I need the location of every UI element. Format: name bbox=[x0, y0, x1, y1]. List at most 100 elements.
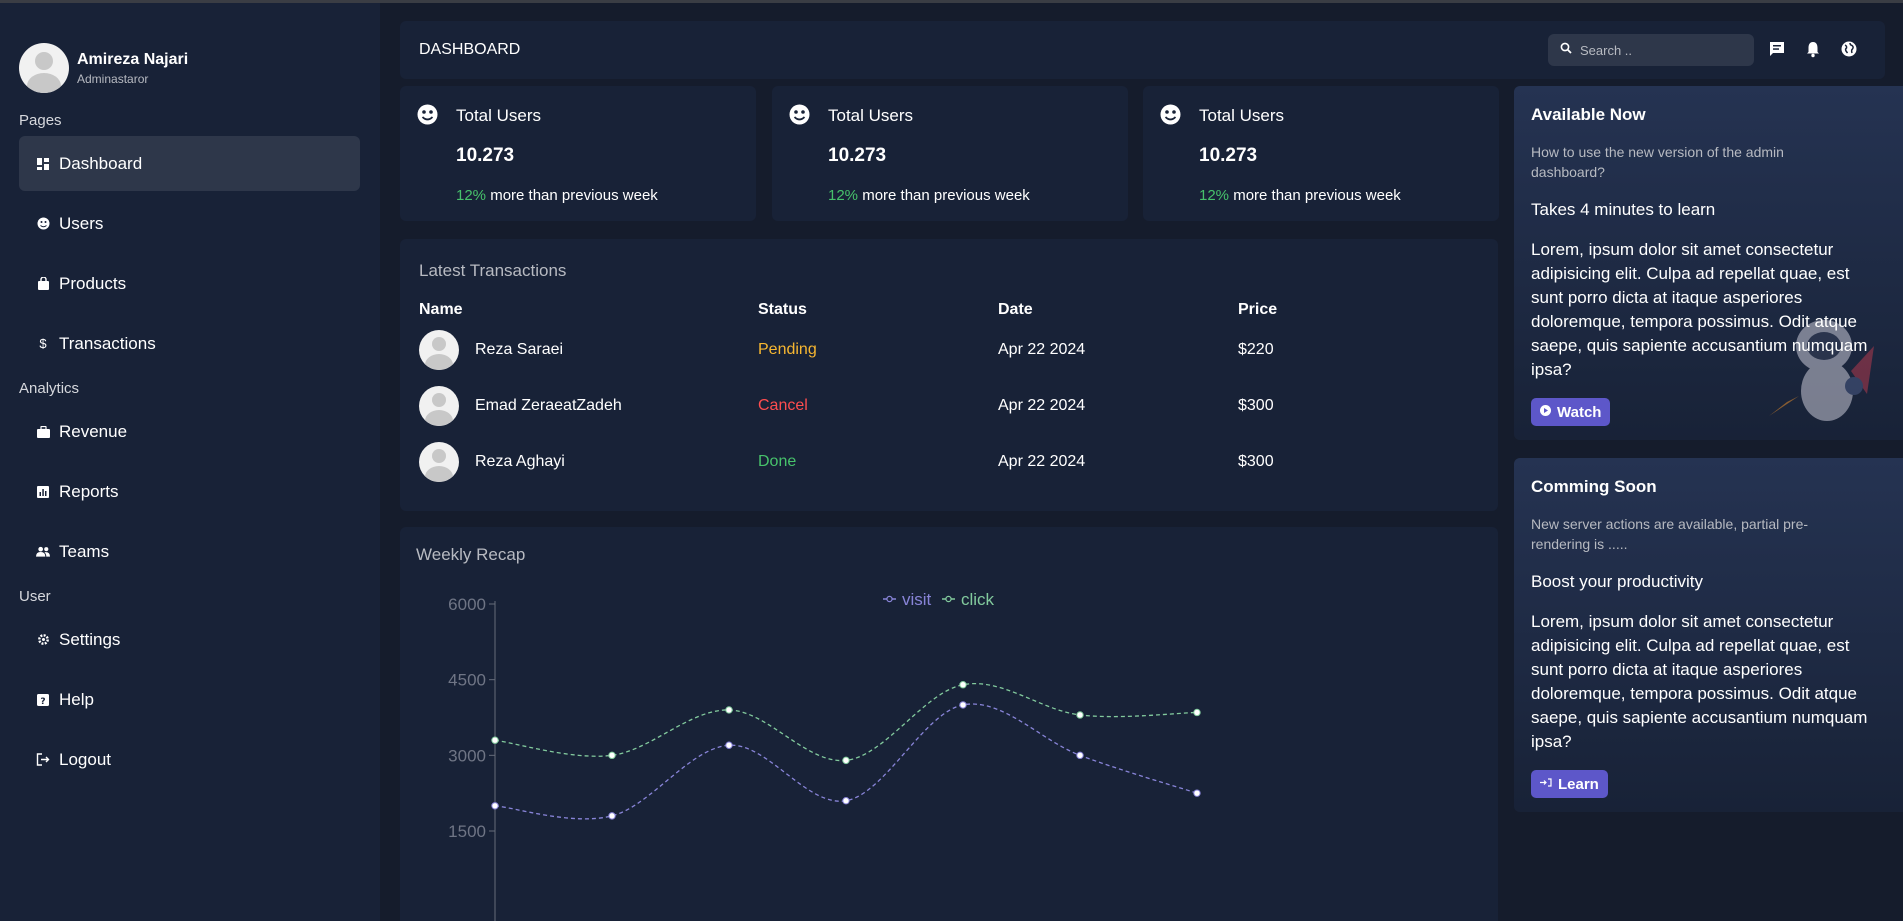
data-point-click bbox=[1076, 711, 1084, 719]
cell-name: Emad ZeraeatZadeh bbox=[475, 397, 622, 414]
y-tick-label: 3000 bbox=[448, 746, 486, 765]
sidebar-item-teams[interactable]: Teams bbox=[19, 524, 360, 579]
card-title: Total Users bbox=[828, 106, 914, 125]
column-header-name: Name bbox=[419, 301, 463, 318]
team-icon bbox=[36, 545, 50, 559]
svg-text:?: ? bbox=[40, 697, 45, 706]
data-point-visit bbox=[1076, 751, 1084, 760]
briefcase-icon bbox=[36, 425, 50, 439]
section-label-pages: Pages bbox=[19, 112, 62, 129]
cell-price: $300 bbox=[1238, 453, 1274, 470]
panel-body: Lorem, ipsum dolor sit amet consectetur … bbox=[1531, 612, 1868, 751]
chat-icon[interactable] bbox=[1768, 40, 1788, 60]
card-detail: 12% more than previous week bbox=[456, 187, 658, 204]
legend-marker-click bbox=[945, 595, 952, 603]
cell-date: Apr 22 2024 bbox=[998, 453, 1086, 470]
sidebar-item-label: Logout bbox=[59, 749, 111, 769]
weekly-recap-chart: Weekly Recap 1500 3000 4500 6000 visit click bbox=[400, 527, 1498, 921]
sidebar-item-settings[interactable]: Settings bbox=[19, 612, 360, 667]
stat-card: Total Users 10.273 12% more than previou… bbox=[1143, 86, 1499, 221]
card-value: 10.273 bbox=[1199, 145, 1258, 166]
avatar bbox=[19, 43, 69, 93]
table-row[interactable]: Reza Saraei Pending Apr 22 2024 $220 bbox=[400, 330, 1498, 374]
cell-price: $220 bbox=[1238, 341, 1274, 358]
sidebar-item-label: Help bbox=[59, 689, 94, 709]
data-point-visit bbox=[725, 741, 733, 749]
help-icon: ? bbox=[36, 693, 50, 707]
sidebar-item-users[interactable]: Users bbox=[19, 196, 360, 251]
sidebar-item-transactions[interactable]: $ Transactions bbox=[19, 316, 360, 371]
bell-icon[interactable] bbox=[1804, 40, 1824, 60]
cell-price: $300 bbox=[1238, 397, 1274, 414]
stat-card: Total Users 10.273 12% more than previou… bbox=[400, 86, 756, 221]
top-navbar: DASHBOARD bbox=[400, 21, 1885, 79]
y-tick-label: 4500 bbox=[448, 671, 486, 690]
legend-label-visit: visit bbox=[902, 590, 932, 609]
data-point-visit bbox=[608, 812, 616, 820]
user-role: Adminastaror bbox=[77, 71, 149, 86]
search-input[interactable] bbox=[1580, 42, 1740, 58]
sidebar-item-logout[interactable]: Logout bbox=[19, 732, 360, 787]
card-percentage: 12% bbox=[1199, 187, 1230, 204]
watch-button[interactable]: Watch bbox=[1531, 398, 1611, 426]
globe-icon[interactable] bbox=[1840, 40, 1860, 60]
panel-subtitle: New server actions are available, partia… bbox=[1531, 516, 1809, 552]
panel-title: Available Now bbox=[1531, 105, 1646, 124]
sidebar-item-label: Transactions bbox=[59, 333, 156, 353]
avatar bbox=[419, 386, 459, 426]
column-header-price: Price bbox=[1238, 301, 1278, 318]
series-line-click bbox=[494, 682, 1198, 762]
page-title: DASHBOARD bbox=[419, 41, 521, 58]
data-point-visit bbox=[491, 802, 499, 810]
learn-button[interactable]: Learn bbox=[1531, 770, 1608, 798]
data-point-click bbox=[725, 706, 733, 714]
sidebar-item-label: Settings bbox=[59, 629, 121, 649]
y-tick-label: 6000 bbox=[448, 595, 486, 614]
login-arrow-icon bbox=[1540, 778, 1552, 790]
section-title: Latest Transactions bbox=[419, 261, 567, 280]
table-row[interactable]: Reza Aghayi Done Apr 22 2024 $300 bbox=[400, 442, 1498, 486]
data-point-click bbox=[842, 756, 850, 765]
sidebar-item-label: Revenue bbox=[59, 421, 128, 441]
data-point-click bbox=[1193, 708, 1201, 717]
panel-heading: Takes 4 minutes to learn bbox=[1531, 200, 1716, 219]
column-header-status: Status bbox=[758, 301, 807, 318]
user-profile[interactable]: Amireza Najari Adminastaror bbox=[19, 43, 188, 93]
data-point-click bbox=[608, 751, 616, 760]
sidebar: Amireza Najari Adminastaror Pages Dashbo… bbox=[0, 3, 380, 921]
legend-label-click: click bbox=[961, 590, 995, 609]
sidebar-item-label: Users bbox=[59, 213, 104, 233]
card-detail: 12% more than previous week bbox=[828, 187, 1030, 204]
panel-heading: Boost your productivity bbox=[1531, 572, 1703, 591]
avatar bbox=[419, 442, 459, 482]
status-badge: Pending bbox=[758, 341, 817, 358]
status-badge: Cancel bbox=[758, 397, 808, 414]
sidebar-item-label: Reports bbox=[59, 481, 119, 501]
card-detail: 12% more than previous week bbox=[1199, 187, 1401, 204]
table-row[interactable]: Emad ZeraeatZadeh Cancel Apr 22 2024 $30… bbox=[400, 386, 1498, 430]
sidebar-item-products[interactable]: Products bbox=[19, 256, 360, 311]
chart-icon bbox=[36, 485, 50, 499]
panel-subtitle: How to use the new version of the admin … bbox=[1531, 144, 1784, 180]
dollar-icon: $ bbox=[39, 336, 47, 351]
data-point-visit bbox=[1193, 789, 1201, 797]
search-box[interactable] bbox=[1548, 34, 1754, 66]
card-percentage: 12% bbox=[828, 187, 859, 204]
sidebar-item-revenue[interactable]: Revenue bbox=[19, 404, 360, 459]
column-header-date: Date bbox=[998, 301, 1033, 318]
cell-date: Apr 22 2024 bbox=[998, 397, 1086, 414]
users-icon bbox=[789, 104, 810, 130]
latest-transactions: Latest Transactions Name Status Date Pri… bbox=[400, 239, 1498, 511]
line-chart: 1500 3000 4500 6000 visit click bbox=[448, 590, 1201, 921]
sidebar-item-reports[interactable]: Reports bbox=[19, 464, 360, 519]
card-detail-text: more than previous week bbox=[490, 187, 658, 204]
card-percentage: 12% bbox=[456, 187, 487, 204]
avatar bbox=[419, 330, 459, 370]
coming-soon-panel: Comming Soon New server actions are avai… bbox=[1514, 458, 1903, 812]
card-detail-text: more than previous week bbox=[1233, 187, 1401, 204]
card-value: 10.273 bbox=[456, 145, 515, 166]
sidebar-item-dashboard[interactable]: Dashboard bbox=[19, 136, 360, 191]
sidebar-item-help[interactable]: ? Help bbox=[19, 672, 360, 727]
panel-title: Comming Soon bbox=[1531, 477, 1657, 496]
data-point-click bbox=[491, 736, 499, 744]
